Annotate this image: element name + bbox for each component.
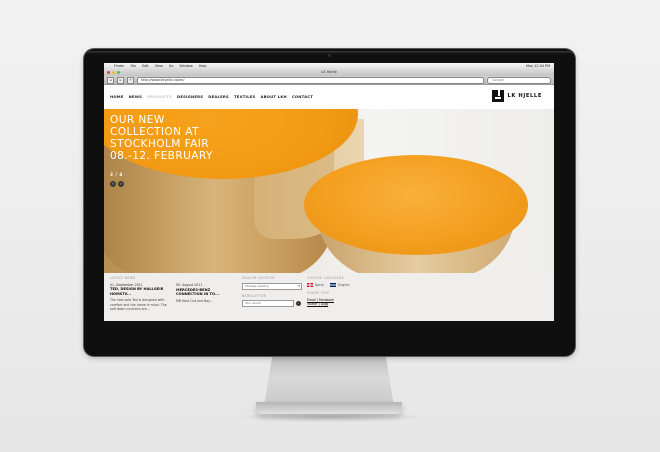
nav-news[interactable]: NEWS: [129, 94, 143, 99]
browser-titlebar: LK Hjelle: [104, 69, 554, 76]
monitor-screen: Finder File Edit View Go Window Help Mon…: [104, 63, 554, 321]
ottoman-cushion-right: [304, 155, 528, 255]
dealer-column: DEALER LOCATOR Choose country NEWSLETTER…: [242, 276, 304, 307]
monitor-foot: [256, 402, 402, 414]
news-column-1: LATEST NEWS 01. September 2011 TED, DESI…: [110, 276, 170, 312]
address-bar[interactable]: http://www.lkhjelle.no/en/: [137, 76, 484, 84]
site-footer: LATEST NEWS 01. September 2011 TED, DESI…: [104, 273, 554, 321]
share-links-row-2[interactable]: Twitter | Digg: [307, 302, 377, 307]
language-norsk[interactable]: Norsk: [307, 282, 324, 288]
camera-icon: [328, 54, 331, 57]
hero-slideshow: OUR NEW COLLECTION AT STOCKHOLM FAIR 08.…: [104, 109, 554, 273]
choose-language-heading: CHOOSE LANGUAGE: [307, 276, 345, 280]
share-heading: SHARE THIS: [307, 291, 330, 295]
menu-window[interactable]: Window: [179, 64, 192, 68]
logo-text: LK HJELLE: [507, 93, 542, 99]
apple-logo-icon: [322, 320, 334, 333]
language-english[interactable]: English: [330, 282, 350, 288]
uk-flag-icon: [330, 282, 337, 287]
zoom-window-button[interactable]: [117, 71, 120, 74]
add-bookmark-icon[interactable]: +: [127, 76, 134, 84]
slide-counter: 3 / 4: [110, 172, 123, 177]
country-select[interactable]: Choose country: [242, 282, 302, 290]
menubar-clock: Mon 12:34 PM: [525, 64, 550, 68]
language-column: CHOOSE LANGUAGE Norsk English SHARE THIS…: [307, 276, 377, 307]
hero-headline[interactable]: OUR NEW COLLECTION AT STOCKHOLM FAIR 08.…: [110, 114, 240, 162]
menu-file[interactable]: File: [130, 64, 136, 68]
menu-finder[interactable]: Finder: [114, 64, 124, 68]
news-column-2: 05. August 2011 MERCEDES-BENZ CONNECTION…: [176, 283, 234, 303]
slide-next-button[interactable]: ›: [118, 181, 124, 187]
dealer-locator-heading: DEALER LOCATOR: [242, 276, 275, 280]
site-logo[interactable]: LK HJELLE: [492, 90, 542, 102]
window-title: LK Hjelle: [321, 70, 337, 74]
lk-logo-icon: [492, 90, 505, 102]
nav-products[interactable]: PRODUCTS: [147, 94, 172, 99]
nav-designers[interactable]: DESIGNERS: [177, 94, 203, 99]
main-nav: HOME NEWS PRODUCTS DESIGNERS DEALERS TEX…: [110, 94, 313, 99]
webpage: HOME NEWS PRODUCTS DESIGNERS DEALERS TEX…: [104, 85, 554, 321]
newsletter-submit-button[interactable]: ›: [296, 301, 301, 306]
slide-prev-button[interactable]: ‹: [110, 181, 116, 187]
close-window-button[interactable]: [107, 71, 110, 74]
news-title-link[interactable]: TED, DESIGN BY HALLGEIR HOMSTV...: [110, 287, 170, 296]
back-arrow-icon[interactable]: ◂: [107, 76, 114, 84]
nav-dealers[interactable]: DEALERS: [208, 94, 229, 99]
news-title-link[interactable]: MERCEDES-BENZ CONNECTION IN TO...: [176, 288, 234, 297]
minimize-window-button[interactable]: [112, 71, 115, 74]
norway-flag-icon: [307, 282, 313, 287]
menu-go[interactable]: Go: [169, 64, 174, 68]
browser-toolbar: ◂ ▸ + http://www.lkhjelle.no/en/ Google: [104, 76, 554, 85]
search-field[interactable]: Google: [487, 76, 551, 84]
nav-home[interactable]: HOME: [110, 94, 124, 99]
monitor-stand: [263, 356, 395, 408]
nav-contact[interactable]: CONTACT: [292, 94, 313, 99]
news-excerpt: MB Host Out and Bay...: [176, 298, 213, 303]
site-header: HOME NEWS PRODUCTS DESIGNERS DEALERS TEX…: [104, 85, 554, 110]
nav-about[interactable]: ABOUT LKH: [260, 94, 286, 99]
forward-arrow-icon[interactable]: ▸: [117, 76, 124, 84]
nav-textiles[interactable]: TEXTILES: [234, 94, 255, 99]
menu-view[interactable]: View: [155, 64, 163, 68]
menu-edit[interactable]: Edit: [142, 64, 149, 68]
newsletter-heading: NEWSLETTER: [242, 293, 267, 298]
latest-news-heading: LATEST NEWS: [110, 276, 136, 280]
news-excerpt: The new sofa Ted is designed with comfor…: [110, 298, 167, 312]
menu-help[interactable]: Help: [199, 64, 207, 68]
newsletter-email-input[interactable]: Your email: [242, 300, 294, 307]
